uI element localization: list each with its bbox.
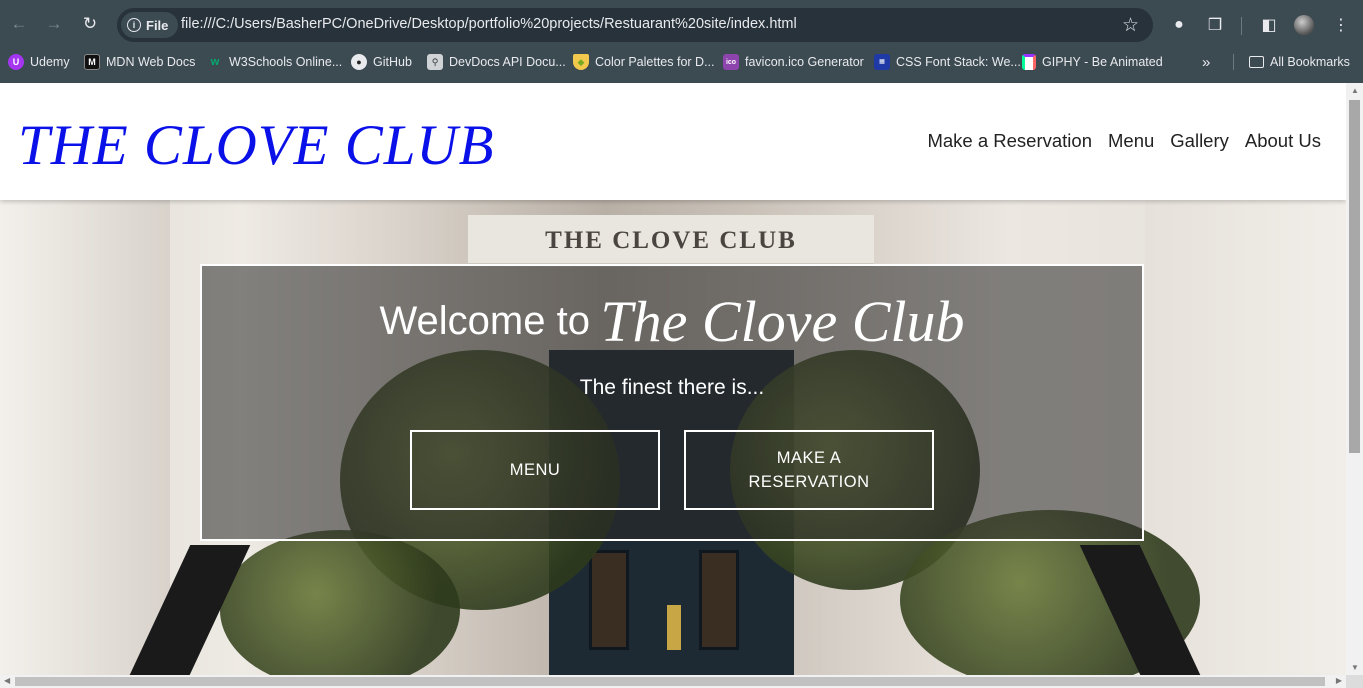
bookmark-label: CSS Font Stack: We... — [896, 55, 1021, 69]
lintel-sign-text: THE CLOVE CLUB — [545, 227, 797, 254]
browser-chrome: ← → ↻ i File file:///C:/Users/BasherPC/O… — [0, 0, 1363, 83]
extensions-puzzle-icon[interactable]: ❒ — [1201, 11, 1229, 39]
bookmark-udemy[interactable]: U Udemy — [8, 50, 70, 74]
profile-avatar[interactable] — [1290, 11, 1318, 39]
reload-button[interactable]: ↻ — [76, 10, 104, 38]
bookmark-label: Color Palettes for D... — [595, 55, 715, 69]
more-bookmarks-chevron-icon[interactable]: » — [1202, 50, 1210, 74]
nav-menu[interactable]: Menu — [1108, 130, 1154, 152]
browser-toolbar: ← → ↻ i File file:///C:/Users/BasherPC/O… — [0, 6, 1363, 44]
info-icon: i — [127, 18, 141, 32]
all-bookmarks-button[interactable]: All Bookmarks — [1249, 50, 1350, 74]
all-bookmarks-label: All Bookmarks — [1270, 55, 1350, 69]
menu-kebab-icon[interactable]: ⋮ — [1327, 11, 1355, 39]
udemy-icon: U — [8, 54, 24, 70]
facade-left — [0, 200, 170, 675]
building-lintel: THE CLOVE CLUB — [468, 215, 874, 267]
bookmark-label: DevDocs API Docu... — [449, 55, 566, 69]
welcome-prefix: Welcome to — [379, 299, 590, 343]
nav-make-reservation[interactable]: Make a Reservation — [927, 130, 1092, 152]
bookmark-label: W3Schools Online... — [229, 55, 343, 69]
hero-overlay-box: Welcome to The Clove Club The finest the… — [200, 264, 1144, 541]
url-text[interactable]: file:///C:/Users/BasherPC/OneDrive/Deskt… — [181, 16, 797, 32]
forward-button[interactable]: → — [40, 10, 68, 38]
site-header: THE CLOVE CLUB Make a Reservation Menu G… — [0, 83, 1346, 200]
extension-dot-icon[interactable]: ● — [1165, 11, 1193, 39]
bookmark-github[interactable]: ● GitHub — [351, 50, 412, 74]
cssfont-icon: ▦ — [874, 54, 890, 70]
bookmark-devdocs[interactable]: ⚲ DevDocs API Docu... — [427, 50, 566, 74]
address-bar[interactable]: i File file:///C:/Users/BasherPC/OneDriv… — [117, 8, 1153, 42]
welcome-restaurant-name: The Clove Club — [600, 289, 965, 354]
horizontal-scroll-thumb[interactable] — [15, 677, 1325, 686]
bookmark-css-font-stack[interactable]: ▦ CSS Font Stack: We... — [874, 50, 1021, 74]
toolbar-divider — [1241, 17, 1242, 35]
bookmark-favicon[interactable]: ico favicon.ico Generator — [723, 50, 864, 74]
hero-tagline: The finest there is... — [579, 376, 765, 399]
scroll-right-arrow-icon[interactable]: ▶ — [1336, 676, 1342, 685]
hero-heading: Welcome to The Clove Club — [202, 288, 1142, 355]
main-nav: Make a Reservation Menu Gallery About Us — [927, 130, 1321, 152]
nav-about-us[interactable]: About Us — [1245, 130, 1321, 152]
door-panel-right — [699, 550, 739, 650]
bookmark-label: GitHub — [373, 55, 412, 69]
vertical-scroll-thumb[interactable] — [1349, 100, 1360, 453]
giphy-icon — [1022, 54, 1036, 70]
bookmark-label: GIPHY - Be Animated — [1042, 55, 1163, 69]
scroll-left-arrow-icon[interactable]: ◀ — [4, 676, 10, 685]
nav-gallery[interactable]: Gallery — [1170, 130, 1229, 152]
github-icon: ● — [351, 54, 367, 70]
palette-icon: ◆ — [573, 54, 589, 70]
page-viewport: THE CLOVE CLUB Make a Reservation Menu G… — [0, 83, 1346, 675]
scroll-down-arrow-icon[interactable]: ▼ — [1351, 663, 1359, 672]
devdocs-icon: ⚲ — [427, 54, 443, 70]
bookmarks-divider — [1233, 54, 1234, 70]
site-chip-label: File — [146, 17, 169, 33]
site-logo[interactable]: THE CLOVE CLUB — [18, 113, 494, 178]
scrollbar-corner — [1346, 675, 1363, 688]
horizontal-scrollbar[interactable]: ◀ ▶ — [0, 675, 1346, 688]
folder-icon — [1249, 56, 1264, 68]
door-glass-gold — [667, 605, 681, 650]
bookmark-label: MDN Web Docs — [106, 55, 196, 69]
bookmark-w3schools[interactable]: w W3Schools Online... — [207, 50, 343, 74]
scroll-up-arrow-icon[interactable]: ▲ — [1351, 86, 1359, 95]
back-button[interactable]: ← — [5, 10, 33, 38]
bookmark-star-icon[interactable]: ☆ — [1122, 14, 1139, 37]
hero-section: THE CLOVE CLUB Welcome to The Clove Club… — [0, 200, 1346, 675]
bookmark-giphy[interactable]: GIPHY - Be Animated — [1022, 50, 1163, 74]
vertical-scrollbar[interactable]: ▲ ▼ — [1346, 83, 1363, 675]
mdn-icon: M — [84, 54, 100, 70]
bookmark-label: favicon.ico Generator — [745, 55, 864, 69]
hero-reservation-button[interactable]: MAKE A RESERVATION — [684, 430, 934, 510]
w3schools-icon: w — [210, 56, 220, 68]
side-panel-icon[interactable]: ◧ — [1255, 11, 1283, 39]
hero-menu-button[interactable]: MENU — [410, 430, 660, 510]
favicon-icon: ico — [723, 54, 739, 70]
bookmark-color-palettes[interactable]: ◆ Color Palettes for D... — [573, 50, 715, 74]
door-panel-left — [589, 550, 629, 650]
bookmarks-bar: U Udemy M MDN Web Docs w W3Schools Onlin… — [0, 50, 1363, 74]
site-info-chip[interactable]: i File — [121, 12, 179, 38]
bookmark-mdn[interactable]: M MDN Web Docs — [84, 50, 195, 74]
bookmark-label: Udemy — [30, 55, 70, 69]
